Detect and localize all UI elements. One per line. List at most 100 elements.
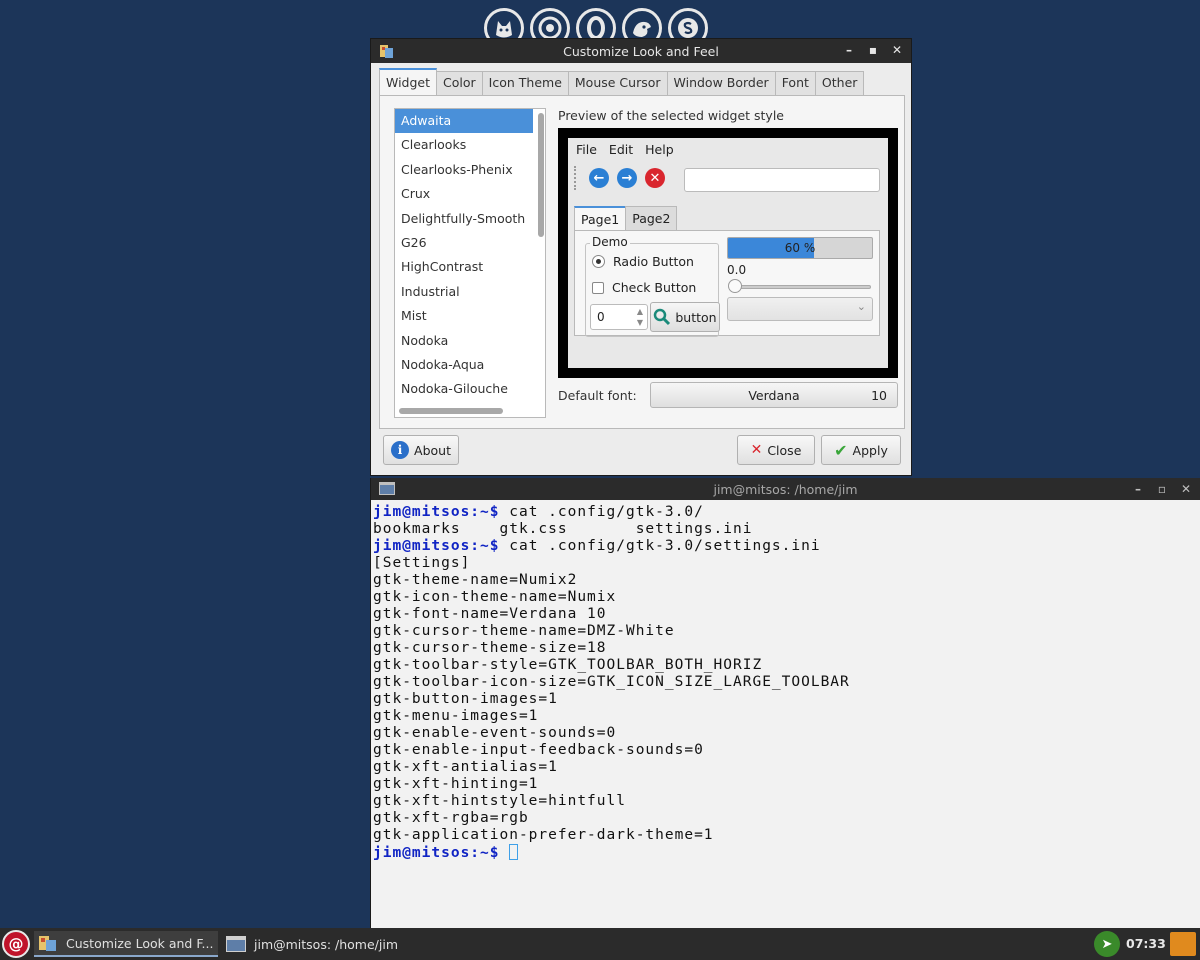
shell-prompt: jim@mitsos:~$ — [373, 845, 500, 861]
notification-icon[interactable] — [1170, 932, 1196, 956]
preview-text-entry[interactable] — [684, 168, 880, 192]
terminal-line: gtk-font-name=Verdana 10 — [373, 606, 850, 623]
list-item[interactable]: Nodoka — [395, 329, 533, 353]
about-button[interactable]: i About — [383, 435, 459, 465]
terminal-line: gtk-cursor-theme-size=18 — [373, 640, 850, 657]
progress-bar: 60 % — [727, 237, 873, 259]
arrow-left-icon[interactable]: ← — [589, 168, 609, 188]
terminal-text: gtk-toolbar-icon-size=GTK_ICON_SIZE_LARG… — [373, 674, 850, 690]
check-label: Check Button — [612, 280, 697, 295]
stop-icon[interactable]: ✕ — [645, 168, 665, 188]
spin-value: 0 — [597, 310, 605, 324]
apply-button[interactable]: ✔ Apply — [821, 435, 901, 465]
chevron-down-icon: ⌄ — [856, 300, 866, 313]
minimize-button[interactable]: – — [1132, 481, 1144, 497]
tab-icon-theme[interactable]: Icon Theme — [481, 71, 569, 95]
menu-edit[interactable]: Edit — [609, 142, 633, 157]
spin-arrows-icon[interactable]: ▲ ▼ — [634, 306, 646, 328]
font-chooser-button[interactable]: Verdana 10 — [650, 382, 898, 408]
demo-frame: Demo Radio Button Check Button 0 ▲ ▼ but… — [585, 235, 720, 337]
terminal-text: cat .config/gtk-3.0/ — [499, 504, 704, 520]
about-label: About — [414, 442, 451, 458]
tab-page2[interactable]: Page2 — [625, 206, 678, 230]
terminal-text: gtk-xft-hintstyle=hintfull — [373, 793, 626, 809]
close-label: Close — [767, 442, 802, 458]
font-name: Verdana — [748, 388, 800, 403]
list-item[interactable]: Clearlooks — [395, 133, 533, 157]
scale-value: 0.0 — [727, 263, 747, 277]
terminal-line: gtk-toolbar-style=GTK_TOOLBAR_BOTH_HORIZ — [373, 657, 850, 674]
close-button[interactable]: ✕ Close — [737, 435, 815, 465]
list-item[interactable]: Nodoka-Gilouche — [395, 377, 533, 401]
terminal-line: jim@mitsos:~$ — [373, 844, 850, 861]
update-arrow-icon[interactable]: ➤ — [1094, 931, 1120, 957]
toolbar-grip[interactable] — [574, 166, 577, 190]
terminal-icon — [226, 936, 246, 952]
menu-help[interactable]: Help — [645, 142, 674, 157]
vertical-scrollbar[interactable] — [538, 113, 544, 237]
tab-mouse-cursor[interactable]: Mouse Cursor — [567, 71, 668, 95]
tab-widget[interactable]: Widget — [379, 68, 438, 95]
shell-prompt: jim@mitsos:~$ — [373, 538, 500, 554]
menu-file[interactable]: File — [576, 142, 597, 157]
terminal-window[interactable]: jim@mitsos: /home/jim – ▫ ✕ jim@mitsos:~… — [370, 478, 1200, 928]
close-window-button[interactable]: ✕ — [1180, 481, 1192, 497]
dialog-titlebar[interactable]: Customize Look and Feel – ▪ ✕ — [371, 39, 911, 63]
slider-knob[interactable] — [728, 279, 742, 293]
terminal-line: jim@mitsos:~$ cat .config/gtk-3.0/settin… — [373, 538, 850, 555]
tab-color[interactable]: Color — [436, 71, 483, 95]
combo-box[interactable]: ⌄ — [727, 297, 873, 321]
preview-button[interactable]: button — [650, 302, 720, 332]
list-item[interactable]: Clearlooks-Phenix — [395, 158, 533, 182]
preview-toolbar: ← → ✕ — [574, 166, 665, 190]
terminal-line: gtk-enable-event-sounds=0 — [373, 725, 850, 742]
preview-tab-panel: Demo Radio Button Check Button 0 ▲ ▼ but… — [574, 230, 880, 337]
list-item[interactable]: Mist — [395, 304, 533, 328]
terminal-text: gtk-xft-antialias=1 — [373, 759, 558, 775]
tab-other[interactable]: Other — [814, 71, 865, 95]
checkbox-indicator-icon[interactable] — [592, 281, 604, 294]
maximize-button[interactable]: ▫ — [1156, 481, 1168, 497]
terminal-output[interactable]: jim@mitsos:~$ cat .config/gtk-3.0/bookma… — [373, 504, 850, 861]
horizontal-scrollbar[interactable] — [399, 408, 503, 414]
demo-legend: Demo — [590, 235, 630, 249]
terminal-line: gtk-application-prefer-dark-theme=1 — [373, 827, 850, 844]
scale-slider[interactable] — [728, 279, 871, 293]
terminal-line: gtk-xft-hintstyle=hintfull — [373, 793, 850, 810]
list-item[interactable]: HighContrast — [395, 255, 533, 279]
terminal-titlebar[interactable]: jim@mitsos: /home/jim – ▫ ✕ — [371, 478, 1200, 500]
tab-page1[interactable]: Page1 — [574, 206, 627, 230]
clock[interactable]: 07:33 — [1126, 936, 1166, 951]
list-item[interactable]: Industrial — [395, 280, 533, 304]
list-item[interactable]: Nodoka-Aqua — [395, 353, 533, 377]
arrow-right-icon[interactable]: → — [617, 168, 637, 188]
check-button[interactable]: Check Button — [592, 280, 696, 295]
tab-font[interactable]: Font — [774, 71, 816, 95]
terminal-line: gtk-theme-name=Numix2 — [373, 572, 850, 589]
terminal-text: gtk-application-prefer-dark-theme=1 — [373, 827, 714, 843]
tab-window-border[interactable]: Window Border — [666, 71, 776, 95]
preview-tabs: Page1 Page2 — [574, 206, 678, 230]
list-item[interactable]: Crux — [395, 182, 533, 206]
minimize-button[interactable]: – — [843, 42, 855, 58]
radio-indicator-icon[interactable] — [592, 255, 605, 268]
terminal-text: gtk-button-images=1 — [373, 691, 558, 707]
terminal-text: gtk-toolbar-style=GTK_TOOLBAR_BOTH_HORIZ — [373, 657, 763, 673]
spin-button[interactable]: 0 ▲ ▼ — [590, 304, 648, 330]
terminal-line: gtk-icon-theme-name=Numix — [373, 589, 850, 606]
list-item[interactable]: Adwaita — [395, 109, 533, 134]
theme-list[interactable]: Adwaita Clearlooks Clearlooks-Phenix Cru… — [394, 108, 546, 418]
taskbar-item-terminal[interactable]: jim@mitsos: /home/jim — [222, 931, 422, 957]
default-font-label: Default font: — [558, 388, 637, 403]
terminal-line: gtk-menu-images=1 — [373, 708, 850, 725]
list-item[interactable]: G26 — [395, 231, 533, 255]
maximize-button[interactable]: ▪ — [867, 42, 879, 58]
checkmark-icon: ✔ — [834, 440, 848, 460]
widget-tab-panel: Adwaita Clearlooks Clearlooks-Phenix Cru… — [379, 95, 905, 429]
radio-button[interactable]: Radio Button — [592, 254, 694, 269]
close-window-button[interactable]: ✕ — [891, 42, 903, 58]
taskbar-item-customize[interactable]: Customize Look and F... — [34, 931, 218, 957]
debian-menu-icon[interactable]: @ — [2, 930, 30, 958]
list-item[interactable]: Delightfully-Smooth — [395, 207, 533, 231]
font-size: 10 — [871, 388, 887, 403]
